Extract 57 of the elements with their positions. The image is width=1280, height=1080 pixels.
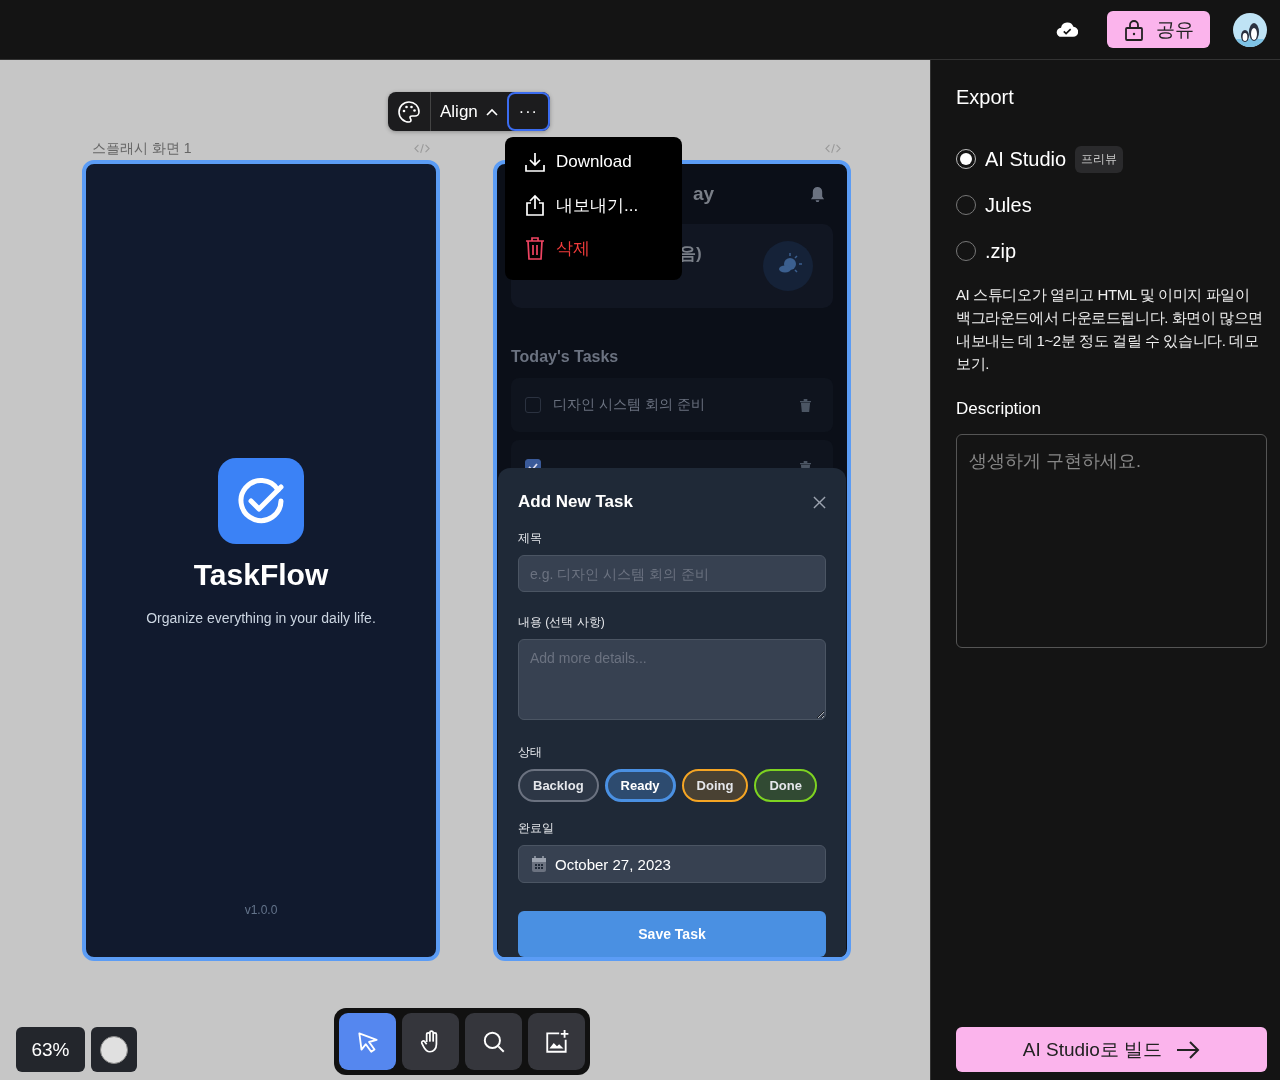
lock-icon (1123, 18, 1144, 41)
weather-text: 음) (679, 242, 702, 265)
check-logo-icon (218, 458, 304, 544)
field-label: 완료일 (518, 820, 555, 838)
preview-badge: 프리뷰 (1075, 145, 1124, 173)
palette-icon (397, 99, 421, 124)
checkbox[interactable] (525, 397, 541, 413)
add-image-icon (543, 1028, 570, 1055)
trash-icon (524, 236, 546, 260)
sheet-title: Add New Task (518, 492, 633, 512)
field-label: 내용 (선택 사항) (518, 614, 606, 632)
menu-item[interactable]: 내보내기... (524, 192, 682, 218)
share-icon (524, 194, 546, 216)
avatar-icon[interactable] (1232, 11, 1268, 48)
field-label: 상태 (518, 744, 543, 762)
description-label: Description (956, 399, 1043, 419)
close-icon[interactable] (813, 495, 826, 509)
search-tool[interactable] (465, 1013, 522, 1070)
status-chip[interactable]: Backlog (518, 769, 599, 803)
date-field[interactable]: October 27, 2023 (518, 845, 826, 883)
calendar-icon (531, 855, 547, 874)
status-chip[interactable]: Ready (604, 769, 676, 803)
image-tool[interactable] (528, 1013, 585, 1070)
caret-icon (485, 107, 498, 116)
build-button[interactable]: AI Studio로 빌드 (956, 1027, 1267, 1072)
phone-frame[interactable]: TaskFlow Organize everything in your daily life. v1.0.0 (82, 160, 440, 961)
trash-icon[interactable] (800, 398, 811, 412)
more-button[interactable]: ··· (506, 92, 550, 131)
sun-cloud-icon (763, 241, 813, 291)
task-row[interactable]: 디자인 시스템 회의 준비 (511, 378, 833, 432)
app-title: TaskFlow (193, 558, 329, 592)
frame-label: 스플래시 화면 1 (92, 139, 192, 158)
align-button[interactable]: Align (430, 92, 507, 131)
pointer-tool[interactable] (339, 1013, 396, 1070)
export-note: AI 스튜디오가 열리고 HTML 및 이미지 파일이 백그라운드에서 다운로드됩니다. 화면이 많으면 내보내는 데 1~2분 정도 걸릴 수 있습니다. 데모 보기. (956, 285, 1265, 374)
option-label[interactable]: Jules (985, 193, 1032, 217)
menu-item[interactable]: 삭제 (524, 235, 682, 261)
arrow-right-icon (1176, 1040, 1201, 1059)
download-icon (524, 151, 546, 173)
panel-title: Export (956, 86, 1015, 109)
option-label[interactable]: AI Studio (985, 147, 1067, 171)
status-chip[interactable]: Doing (681, 769, 749, 803)
status-chip[interactable]: Done (754, 769, 817, 803)
cloud-check-icon[interactable] (1056, 21, 1078, 38)
share-button[interactable]: 공유 (1107, 11, 1210, 48)
color-button[interactable] (91, 1027, 137, 1072)
zoom-level[interactable]: 63% (16, 1027, 85, 1072)
task-title: 디자인 시스템 회의 준비 (553, 396, 706, 414)
field-label: 제목 (518, 530, 543, 547)
option-label[interactable]: .zip (985, 239, 1017, 263)
description-input[interactable]: 생생하게 구현하세요. (956, 434, 1267, 648)
app-tagline: Organize everything in your daily life. (146, 610, 376, 626)
bell-icon[interactable] (810, 185, 825, 203)
section-title: Today's Tasks (511, 348, 620, 366)
version-text: v1.0.0 (244, 903, 278, 917)
hand-tool[interactable] (402, 1013, 459, 1070)
screen-heading: ay (693, 183, 715, 205)
